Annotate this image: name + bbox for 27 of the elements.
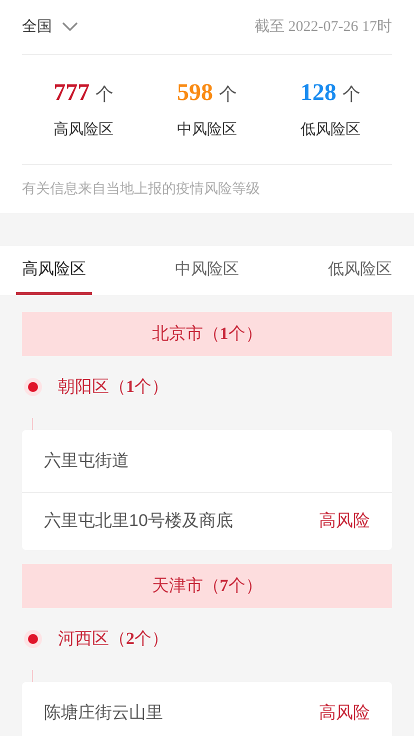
- risk-label: 高风险区: [54, 120, 114, 140]
- city-header: 天津市（7个）: [22, 564, 392, 608]
- risk-tab[interactable]: 高风险区: [16, 246, 92, 294]
- chevron-down-icon[interactable]: [62, 22, 78, 32]
- region-selector[interactable]: 全国: [22, 16, 52, 38]
- risk-tab[interactable]: 低风险区: [322, 246, 398, 294]
- district-title: 河西区（2个）: [58, 628, 168, 650]
- update-time: 截至 2022-07-26 17时: [254, 18, 392, 37]
- count-unit: 个: [218, 83, 237, 106]
- city-header: 北京市（1个）: [22, 312, 392, 356]
- risk-count: 598: [176, 79, 213, 108]
- risk-count: 128: [300, 79, 336, 108]
- risk-count: 777: [54, 79, 90, 108]
- district-title: 朝阳区（1个）: [58, 376, 168, 398]
- risk-label: 中风险区: [176, 120, 237, 140]
- timeline-dot: [28, 382, 38, 392]
- count-unit: 个: [96, 83, 114, 106]
- risk-level: 高风险: [319, 702, 370, 724]
- count-unit: 个: [342, 83, 360, 106]
- area-name: 陈塘庄街云山里: [44, 702, 163, 724]
- area-name: 六里屯北里10号楼及商底: [44, 510, 233, 532]
- timeline-dot: [28, 634, 38, 644]
- risk-label: 低风险区: [300, 120, 360, 140]
- area-name: 六里屯街道: [44, 450, 129, 472]
- risk-tab[interactable]: 中风险区: [169, 246, 245, 294]
- risk-level: 高风险: [319, 510, 370, 532]
- source-note: 有关信息来自当地上报的疫情风险等级: [22, 178, 261, 198]
